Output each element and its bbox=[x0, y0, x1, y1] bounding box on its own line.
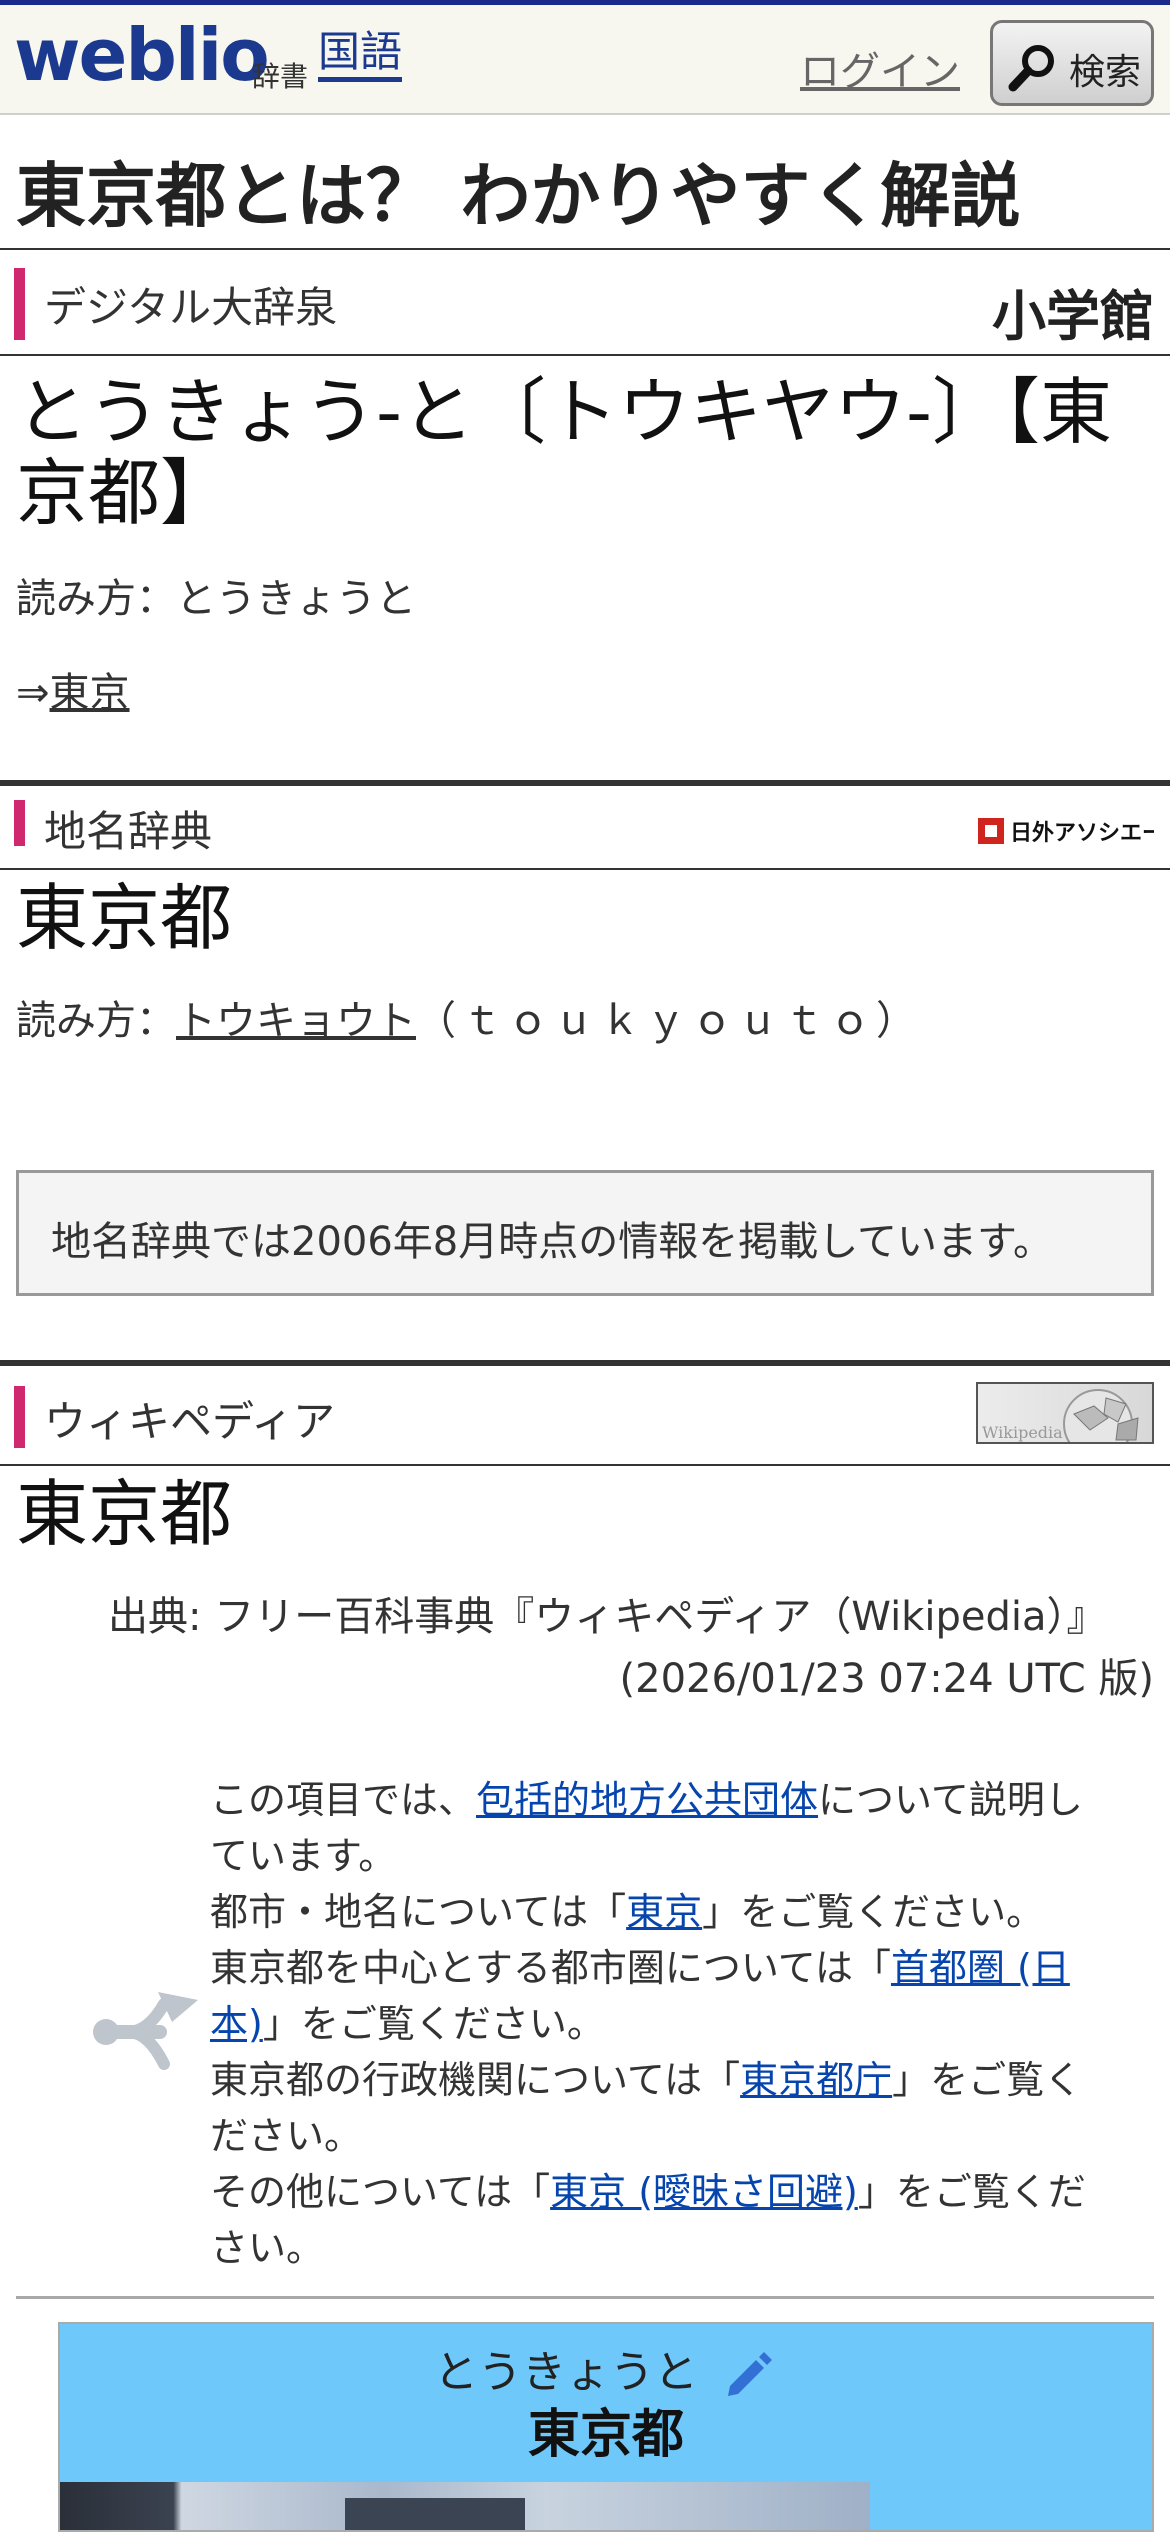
infobox-photo[interactable] bbox=[60, 2482, 870, 2530]
building-image-part bbox=[345, 2498, 525, 2530]
section-name[interactable]: 地名辞典 bbox=[44, 798, 212, 859]
divider bbox=[16, 2296, 1154, 2299]
wikipedia-globe-icon: Wikipedia bbox=[982, 1389, 1139, 1442]
wikipedia-logo-text: Wikipedia bbox=[982, 1423, 1063, 1442]
hatnote-line: 都市・地名については「東京」をご覧ください。 bbox=[210, 1884, 1110, 1940]
hatnote-text: その他については「 bbox=[210, 2170, 551, 2214]
infobox-title: 東京都 bbox=[527, 2405, 684, 2465]
link-tokyo-disambig[interactable]: 東京 (曖昧さ回避) bbox=[550, 2170, 858, 2214]
reading-label: 読み方： bbox=[16, 576, 176, 622]
section-accent-bar bbox=[14, 268, 25, 340]
infobox-kana: とうきょうと bbox=[434, 2347, 698, 2398]
wikipedia-version: (2026/01/23 07:24 UTC 版) bbox=[619, 1656, 1154, 1702]
hatnote-line: 東京都を中心とする都市圏については「首都圏 (日本)」をご覧ください。 bbox=[210, 1940, 1110, 2052]
search-button[interactable]: 検索 bbox=[990, 20, 1154, 106]
infobox: とうきょうと 東京都 bbox=[58, 2322, 1154, 2532]
section-header-chimei: 地名辞典 日外アソシエーツ bbox=[0, 780, 1170, 870]
weblio-logo[interactable]: weblio bbox=[14, 19, 270, 91]
link-houkatsuteki[interactable]: 包括的地方公共団体 bbox=[476, 1778, 818, 1822]
entry-reading: 読み方：とうきょうと bbox=[16, 566, 416, 624]
hatnote-text: 」をご覧ください。 bbox=[262, 2002, 605, 2046]
search-icon bbox=[1008, 45, 1054, 92]
see-link-tokyo[interactable]: 東京 bbox=[50, 670, 130, 716]
section-header-wikipedia: ウィキペディア Wikipedia bbox=[0, 1360, 1170, 1466]
hatnote: この項目では、包括的地方公共団体について説明しています。 都市・地名については「… bbox=[210, 1772, 1110, 2276]
wikipedia-logo[interactable]: Wikipedia bbox=[976, 1382, 1154, 1444]
disambiguation-icon bbox=[93, 1992, 198, 2070]
link-tokyo-tocho[interactable]: 東京都庁 bbox=[740, 2058, 892, 2102]
login-link[interactable]: ログイン bbox=[800, 39, 960, 97]
section-accent-bar bbox=[14, 1386, 25, 1448]
logo-subtitle: 辞書 bbox=[252, 60, 309, 93]
reading-romaji: （ｔｏｕｋｙｏｕｔｏ） bbox=[416, 998, 922, 1044]
hatnote-text: この項目では、 bbox=[210, 1778, 477, 1822]
reading-link[interactable]: トウキョウト bbox=[176, 998, 416, 1044]
entry-headword: とうきょう-と〔トウキヤウ-〕【東京都】 bbox=[16, 370, 1112, 536]
reading-label: 読み方： bbox=[16, 998, 176, 1044]
hatnote-text: 東京都を中心とする都市圏については「 bbox=[210, 1946, 891, 1990]
wikipedia-source: 出典: フリー百科事典『ウィキペディア（Wikipedia）』 bbox=[108, 1594, 1107, 1640]
hatnote-text: 東京都の行政機関については「 bbox=[210, 2058, 741, 2102]
section-name[interactable]: デジタル大辞泉 bbox=[44, 274, 337, 335]
hatnote-text: 都市・地名については「 bbox=[210, 1890, 627, 1934]
publisher-logo-nichigai[interactable]: 日外アソシエーツ bbox=[978, 814, 1154, 848]
hatnote-text: 」をご覧ください。 bbox=[702, 1890, 1045, 1934]
section-header-daijisen: デジタル大辞泉 小学館 bbox=[0, 248, 1170, 356]
search-button-label: 検索 bbox=[1069, 52, 1142, 93]
reading-value: とうきょうと bbox=[176, 576, 416, 622]
entry-reading: 読み方：トウキョウト（ｔｏｕｋｙｏｕｔｏ） bbox=[16, 988, 922, 1046]
page-title: 東京都とは？ わかりやすく解説 bbox=[16, 155, 1021, 237]
section-accent-bar bbox=[14, 800, 25, 846]
notice-text: 地名辞典では2006年8月時点の情報を掲載しています。 bbox=[51, 1219, 1054, 1265]
site-header: weblio 辞書 国語 ログイン 検索 bbox=[0, 0, 1170, 115]
notice-box: 地名辞典では2006年8月時点の情報を掲載しています。 bbox=[16, 1170, 1154, 1296]
entry-headword: 東京都 bbox=[16, 1472, 233, 1556]
publisher-logo-shogakukan[interactable]: 小学館 bbox=[992, 272, 1154, 351]
hatnote-line: 東京都の行政機関については「東京都庁」をご覧ください。 bbox=[210, 2052, 1110, 2164]
entry-headword: 東京都 bbox=[16, 876, 233, 960]
nav-kokugo-link[interactable]: 国語 bbox=[318, 28, 403, 83]
see-reference: ⇒東京 bbox=[16, 660, 130, 718]
link-tokyo[interactable]: 東京 bbox=[626, 1890, 702, 1934]
hatnote-line: この項目では、包括的地方公共団体について説明しています。 bbox=[210, 1772, 1110, 1884]
hatnote-line: その他については「東京 (曖昧さ回避)」をご覧ください。 bbox=[210, 2164, 1110, 2276]
publisher-name: 日外アソシエーツ bbox=[1010, 820, 1154, 846]
arrow-icon: ⇒ bbox=[16, 670, 50, 716]
section-name[interactable]: ウィキペディア bbox=[44, 1388, 335, 1449]
